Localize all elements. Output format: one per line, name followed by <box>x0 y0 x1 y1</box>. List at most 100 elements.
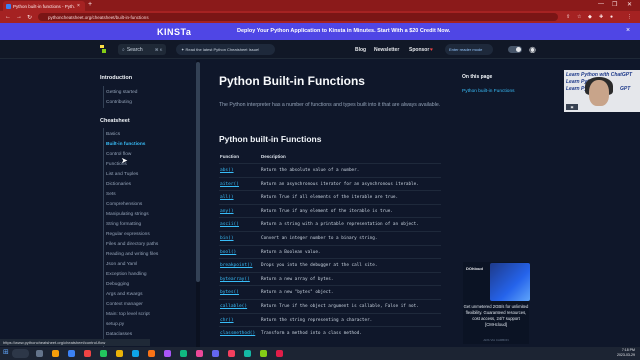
sidebar-item-dataclasses[interactable]: Dataclasses <box>106 332 132 337</box>
new-tab-button[interactable]: + <box>88 1 92 8</box>
url-text: pythoncheatsheet.org/cheatsheet/built-in… <box>48 14 149 20</box>
sidebar-scrollbar-thumb[interactable] <box>196 62 200 282</box>
folder-icon[interactable] <box>116 350 123 357</box>
app-icon[interactable] <box>212 350 219 357</box>
function-link[interactable]: ascii() <box>220 222 239 227</box>
sidebar-item-main-top-level-script[interactable]: Main: top level script <box>106 312 150 317</box>
function-link[interactable]: callable() <box>220 304 247 309</box>
maximize-icon[interactable]: ❐ <box>612 1 617 8</box>
function-link[interactable]: bytes() <box>220 290 239 295</box>
chrome-icon[interactable] <box>84 350 91 357</box>
sidebar-item-context-manager[interactable]: Context manager <box>106 302 143 307</box>
nav-blog[interactable]: Blog <box>355 47 366 53</box>
site-header <box>0 40 640 59</box>
table-row: classmethod() Transform a method into a c… <box>219 326 441 340</box>
sidebar-item-reading-and-writing-files[interactable]: Reading and writing files <box>106 252 158 257</box>
table-row: all() Return True if all elements of the … <box>219 190 441 204</box>
task-view-icon[interactable] <box>36 350 43 357</box>
file-explorer-icon[interactable] <box>52 350 59 357</box>
table-row: bin() Convert an integer number to a bina… <box>219 231 441 245</box>
function-link[interactable]: classmethod() <box>220 331 255 336</box>
back-icon[interactable]: ← <box>5 14 11 20</box>
taskbar-search-input[interactable] <box>12 349 29 358</box>
firefox-icon[interactable] <box>148 350 155 357</box>
function-link[interactable]: breakpoint() <box>220 263 253 268</box>
edge-icon[interactable] <box>68 350 75 357</box>
latest-issue-link[interactable]: ✦ Read the latest Python Cheatsheet Issu… <box>176 44 275 55</box>
promo-message[interactable]: Deploy Your Python Application to Kinsta… <box>237 28 450 34</box>
puzzle-icon[interactable]: ✚ <box>599 14 603 20</box>
menu-kebab-icon[interactable]: ⋮ <box>627 14 632 20</box>
reader-mode-button[interactable]: Enter reader mode <box>445 44 493 55</box>
tab-close-button[interactable]: × <box>77 3 80 9</box>
sidebar-item-sets[interactable]: Sets <box>106 192 116 197</box>
function-link[interactable]: all() <box>220 195 234 200</box>
app-icon[interactable] <box>228 350 235 357</box>
sidebar-item-built-in-functions[interactable]: Built-in functions <box>106 142 145 147</box>
nav-newsletter[interactable]: Newsletter <box>374 47 399 53</box>
sidebar-item-comprehensions[interactable]: Comprehensions <box>106 202 142 207</box>
sidebar-item-regular-expressions[interactable]: Regular expressions <box>106 232 150 237</box>
sidebar-item-dictionaries[interactable]: Dictionaries <box>106 182 131 187</box>
github-icon[interactable]: ◉ <box>529 45 536 54</box>
app-icon[interactable] <box>164 350 171 357</box>
on-this-page-link[interactable]: Python built-in Functions <box>462 89 515 94</box>
profile-icon[interactable]: ● <box>610 14 613 20</box>
function-description: Return a string with a printable represe… <box>261 222 419 228</box>
webcam-badge-icon: ▣ <box>566 104 578 110</box>
system-clock[interactable]: 7:18 PM 2023-03-29 <box>617 348 635 358</box>
table-header-description: Description <box>261 154 286 159</box>
browser-tab[interactable]: Python built-in functions - Pyth... × <box>3 1 85 11</box>
webcam-caption: Learn Py <box>566 86 588 92</box>
sidebar-item-json-and-yaml[interactable]: Json and Yaml <box>106 262 137 267</box>
function-link[interactable]: chr() <box>220 318 234 323</box>
sidebar-item-setup-py[interactable]: setup.py <box>106 322 124 327</box>
nav-sponsor[interactable]: Sponsor <box>409 47 429 53</box>
function-link[interactable]: abs() <box>220 168 234 173</box>
sidebar-item-contributing[interactable]: Contributing <box>106 100 132 105</box>
start-icon[interactable]: ⊞ <box>3 348 9 356</box>
function-link[interactable]: any() <box>220 209 234 214</box>
sidebar-item-basics[interactable]: Basics <box>106 132 120 137</box>
theme-toggle-knob <box>516 47 521 52</box>
bookmark-star-icon[interactable]: ☆ <box>577 14 581 20</box>
sidebar-item-manipulating-strings[interactable]: Manipulating strings <box>106 212 149 217</box>
sidebar-item-debugging[interactable]: Debugging <box>106 282 129 287</box>
extension-icon[interactable]: ◆ <box>588 14 592 20</box>
python-logo-icon[interactable] <box>98 44 108 54</box>
share-icon[interactable]: ⇪ <box>566 14 570 20</box>
sidebar-item-getting-started[interactable]: Getting started <box>106 90 137 95</box>
ad-copy[interactable]: Get unmetered 2GB/s for unlimited flexib… <box>463 304 529 328</box>
sidebar-item-files-and-directory-paths[interactable]: Files and directory paths <box>106 242 158 247</box>
sidebar-item-args-and-kwargs[interactable]: Args and Kwargs <box>106 292 143 297</box>
minimize-icon[interactable]: — <box>598 1 604 7</box>
url-input[interactable]: pythoncheatsheet.org/cheatsheet/built-in… <box>38 13 558 21</box>
sidebar-item-exception-handling[interactable]: Exception handling <box>106 272 147 277</box>
reload-icon[interactable]: ↻ <box>27 14 32 21</box>
app-icon[interactable] <box>276 350 283 357</box>
app-icon[interactable] <box>244 350 251 357</box>
table-row: ascii() Return a string with a printable … <box>219 217 441 231</box>
spotify-icon[interactable] <box>100 350 107 357</box>
function-link[interactable]: bin() <box>220 236 234 241</box>
search-icon: ⌕ <box>122 46 125 53</box>
ad-footer[interactable]: ADS VIA CARBON <box>463 338 529 342</box>
function-description: Return a new array of bytes. <box>261 276 334 282</box>
vscode-icon[interactable] <box>132 350 139 357</box>
app-icon[interactable] <box>260 350 267 357</box>
app-icon[interactable] <box>196 350 203 357</box>
function-link[interactable]: aiter() <box>220 182 239 187</box>
window-close-icon[interactable]: ✕ <box>627 1 632 8</box>
function-link[interactable]: bytearray() <box>220 277 250 282</box>
search-button[interactable]: ⌕ Search ⌘ K <box>118 44 166 55</box>
sidebar-item-string-formatting[interactable]: String formatting <box>106 222 141 227</box>
table-row: chr() Return the string representing a ch… <box>219 312 441 327</box>
function-link[interactable]: bool() <box>220 250 236 255</box>
forward-icon[interactable]: → <box>16 14 22 20</box>
ad-image[interactable] <box>490 263 530 301</box>
function-description: Return a Boolean value. <box>261 249 321 255</box>
app-icon[interactable] <box>180 350 187 357</box>
mouse-cursor-icon: ➤ <box>121 156 128 165</box>
sidebar-item-list-and-tuples[interactable]: List and Tuples <box>106 172 138 177</box>
banner-close-button[interactable]: × <box>626 27 630 34</box>
